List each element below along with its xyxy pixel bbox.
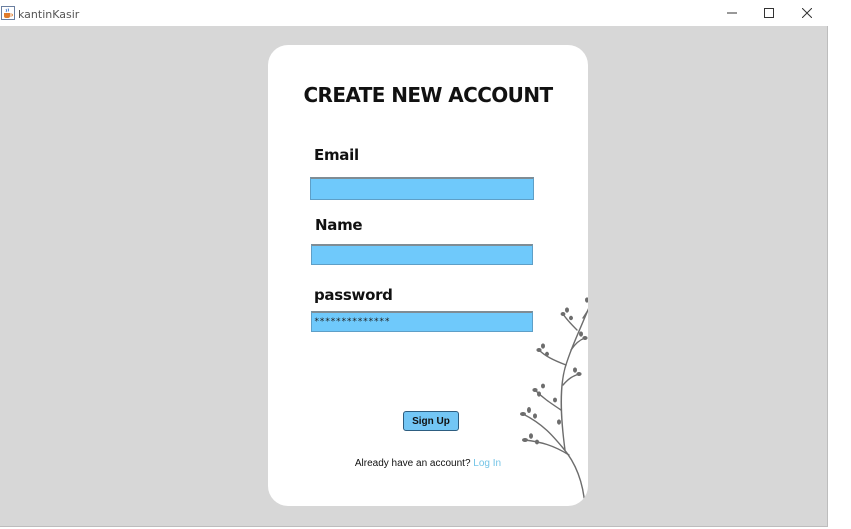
maximize-button[interactable] — [750, 0, 788, 26]
close-icon — [802, 8, 812, 18]
name-label: Name — [315, 216, 363, 234]
sign-up-button[interactable]: Sign Up — [403, 411, 459, 431]
name-field[interactable] — [311, 244, 533, 265]
login-prompt-text: Already have an account? — [354, 458, 471, 469]
close-button[interactable] — [788, 0, 826, 26]
window-title: kantinKasir — [18, 8, 80, 21]
app-window: kantinKasir CREATE NEW ACCOUNT Email Nam… — [0, 0, 828, 527]
title-bar[interactable]: kantinKasir — [0, 0, 828, 26]
email-field[interactable] — [310, 177, 534, 200]
signup-card: CREATE NEW ACCOUNT Email Name password S… — [268, 45, 588, 506]
java-cup-icon — [1, 6, 15, 20]
minimize-icon — [727, 12, 737, 14]
maximize-icon — [764, 8, 774, 18]
email-label: Email — [314, 146, 359, 164]
login-link[interactable]: Log In — [473, 458, 501, 469]
plant-decoration-icon — [520, 297, 588, 506]
password-field[interactable] — [311, 311, 533, 332]
password-label: password — [314, 286, 393, 304]
minimize-button[interactable] — [713, 0, 751, 26]
page-title: CREATE NEW ACCOUNT — [303, 83, 553, 107]
